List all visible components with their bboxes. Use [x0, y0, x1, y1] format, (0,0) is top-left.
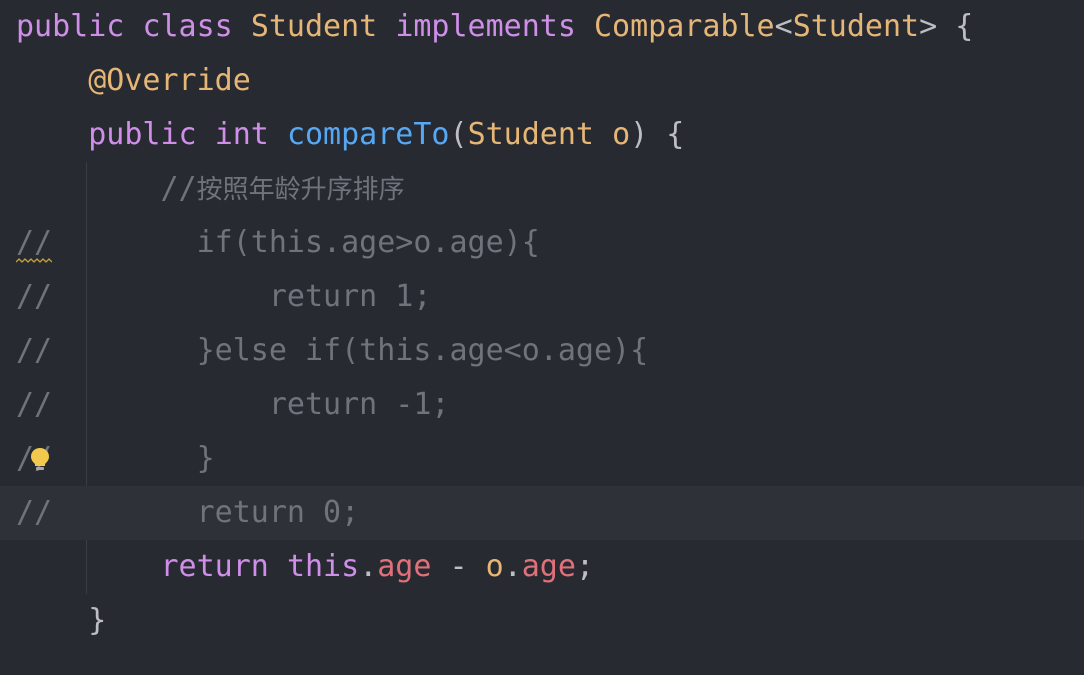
- code-token: return -1;: [268, 387, 450, 422]
- code-token: public: [16, 9, 125, 44]
- code-text: //按照年龄升序排序: [16, 162, 405, 217]
- code-line[interactable]: public int compareTo(Student o) {: [0, 108, 1084, 162]
- warning-squiggle-icon: [16, 258, 52, 263]
- code-token: return 0;: [196, 495, 360, 530]
- code-token: return: [160, 549, 269, 584]
- code-token: Student: [250, 9, 378, 44]
- code-token: Comparable: [594, 9, 775, 44]
- code-token: <: [774, 9, 793, 44]
- code-token: @Override: [88, 63, 251, 98]
- code-token: //: [160, 171, 197, 206]
- code-token: o: [612, 117, 631, 152]
- code-token: -: [431, 549, 486, 584]
- code-text: public int compareTo(Student o) {: [16, 108, 684, 162]
- code-token: Student: [792, 9, 920, 44]
- code-token: ) {: [630, 117, 685, 152]
- code-token: o: [485, 549, 504, 584]
- code-token: return 1;: [268, 279, 432, 314]
- code-text: return -1;: [16, 378, 450, 432]
- code-line[interactable]: }: [0, 594, 1084, 648]
- code-line[interactable]: return -1; //: [0, 378, 1084, 432]
- code-line[interactable]: public class Student implements Comparab…: [0, 0, 1084, 54]
- code-line[interactable]: @Override: [0, 54, 1084, 108]
- code-token: this: [286, 549, 360, 584]
- code-line[interactable]: return 0; //: [0, 486, 1084, 540]
- code-line[interactable]: }else if(this.age<o.age){ //: [0, 324, 1084, 378]
- code-token: age: [521, 549, 576, 584]
- code-token: class: [142, 9, 233, 44]
- line-comment-marker: //: [16, 495, 53, 530]
- code-token: .: [359, 549, 378, 584]
- code-text: return 1;: [16, 270, 432, 324]
- code-token: .: [503, 549, 522, 584]
- code-token: compareTo: [286, 117, 450, 152]
- code-text: public class Student implements Comparab…: [16, 0, 973, 54]
- code-text: }: [16, 594, 106, 648]
- code-text: return this.age - o.age;: [16, 540, 595, 594]
- code-token: implements: [395, 9, 576, 44]
- code-token: int: [214, 117, 269, 152]
- code-editor[interactable]: public class Student implements Comparab…: [0, 0, 1084, 675]
- line-comment-marker: //: [16, 387, 53, 422]
- line-comment-marker: //: [16, 279, 53, 314]
- code-token: Student: [467, 117, 594, 152]
- code-line[interactable]: }//: [0, 432, 1084, 486]
- code-token: }else if(this.age<o.age){: [196, 333, 649, 368]
- code-text: return 0;: [16, 486, 360, 540]
- code-token: (: [449, 117, 468, 152]
- line-comment-marker: //: [16, 333, 53, 368]
- code-token: if(this.age>o.age){: [196, 225, 540, 260]
- code-token: }: [196, 441, 215, 476]
- code-token: age: [377, 549, 432, 584]
- code-token: 按照年龄升序排序: [196, 175, 405, 205]
- code-text: @Override: [16, 54, 251, 108]
- code-line[interactable]: //按照年龄升序排序: [0, 162, 1084, 216]
- lightbulb-icon[interactable]: [28, 446, 52, 474]
- code-line[interactable]: return this.age - o.age;: [0, 540, 1084, 594]
- code-token: public: [88, 117, 197, 152]
- code-token: ;: [575, 549, 594, 584]
- code-token: }: [88, 603, 107, 638]
- code-line[interactable]: return 1; //: [0, 270, 1084, 324]
- code-text: }else if(this.age<o.age){: [16, 324, 649, 378]
- code-token: > {: [919, 9, 974, 44]
- code-line[interactable]: if(this.age>o.age){//: [0, 216, 1084, 270]
- code-text: if(this.age>o.age){: [16, 216, 540, 270]
